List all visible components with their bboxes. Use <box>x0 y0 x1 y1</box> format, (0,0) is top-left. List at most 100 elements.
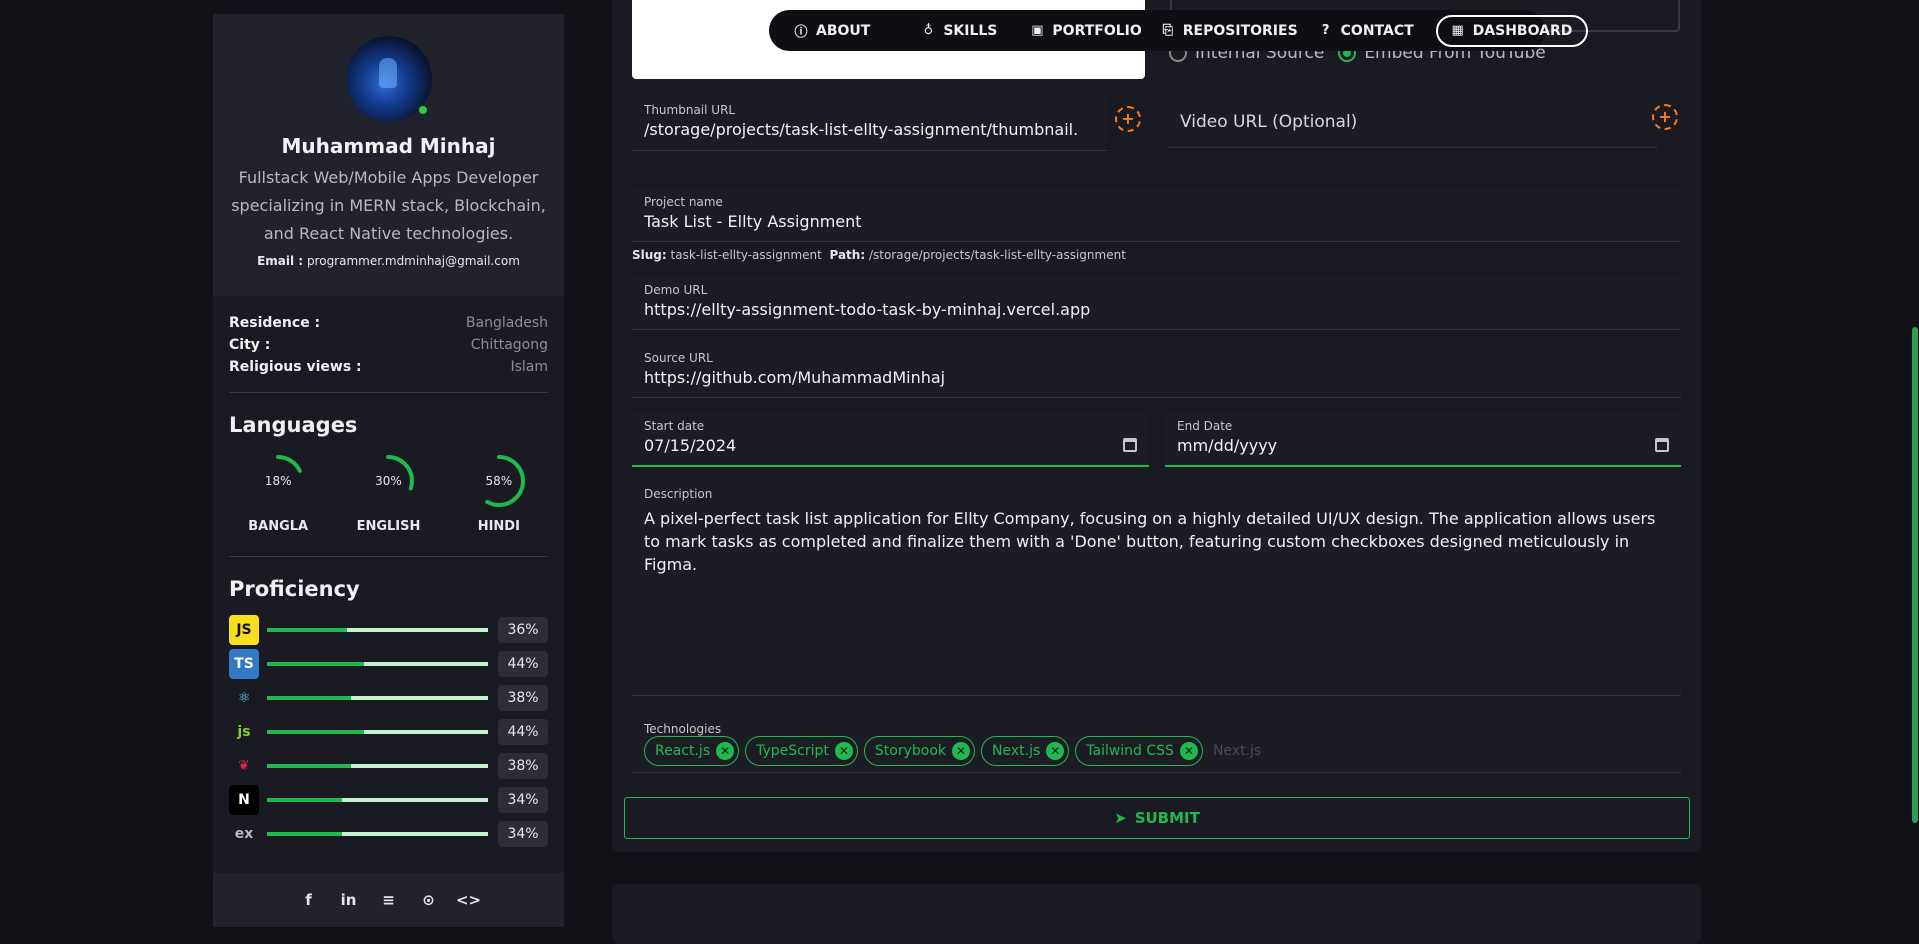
nodejs-icon: js <box>229 717 259 747</box>
chip-label: Next.js <box>992 743 1041 759</box>
language-ring: 58% <box>469 451 529 511</box>
code-icon[interactable]: <> <box>456 889 481 911</box>
nav-skills[interactable]: ♁ SKILLS <box>920 23 998 39</box>
proficiency-percent: 34% <box>498 787 548 813</box>
proficiency-bar <box>267 696 488 700</box>
proficiency-list: JS 36% TS 44% ⚛ 38% js 44% ❦ 38% N 34% ex 34% <box>213 601 564 851</box>
repo-icon: ⎘ <box>1162 23 1173 38</box>
technology-chip: Storybook ✕ <box>863 736 975 766</box>
submit-label: SUBMIT <box>1134 809 1200 827</box>
scrollbar-thumb[interactable] <box>1912 327 1918 823</box>
react-icon: ⚛ <box>229 683 259 713</box>
nav-label: CONTACT <box>1340 22 1414 39</box>
github-icon[interactable]: ⊙ <box>418 889 440 911</box>
nav-label: DASHBOARD <box>1472 22 1573 39</box>
field-value[interactable]: A pixel-perfect task list application fo… <box>644 507 1669 576</box>
info-icon: ⓘ <box>794 25 808 40</box>
proficiency-row-nodejs: js 44% <box>229 715 548 749</box>
field-label: End Date <box>1177 419 1233 433</box>
source-url-field[interactable]: Source URL https://github.com/MuhammadMi… <box>632 343 1681 398</box>
profile-card: Muhammad Minhaj Fullstack Web/Mobile App… <box>213 14 564 296</box>
languages-list: 18% BANGLA 30% ENGLISH 58% HINDI <box>213 437 564 534</box>
email-label: Email : <box>257 254 304 268</box>
typescript-icon: TS <box>229 649 259 679</box>
nav-portfolio[interactable]: ▣ PORTFOLIO <box>1029 22 1142 39</box>
upload-thumbnail-icon[interactable]: + <box>1115 106 1141 132</box>
field-label: Thumbnail URL <box>644 103 736 117</box>
technology-input[interactable]: Next.js <box>1213 743 1261 759</box>
help-icon: ? <box>1321 23 1330 38</box>
proficiency-row-nestjs: ❦ 38% <box>229 749 548 783</box>
end-date-field[interactable]: End Date mm/dd/yyyy <box>1165 411 1681 467</box>
field-label: Source URL <box>644 351 713 365</box>
field-label: Description <box>644 487 713 501</box>
language-percent: 18% <box>264 474 292 488</box>
language-percent: 58% <box>485 474 513 488</box>
field-value[interactable]: Task List - Ellty Assignment <box>644 212 1669 231</box>
languages-title: Languages <box>229 413 358 437</box>
field-value[interactable]: 07/15/2024 <box>644 436 1137 455</box>
remove-chip-icon[interactable]: ✕ <box>834 742 853 760</box>
info-key: Religious views : <box>229 359 362 375</box>
field-value[interactable]: https://github.com/MuhammadMinhaj <box>644 368 1669 387</box>
technologies-field[interactable]: Technologies React.js ✕ TypeScript ✕ Story… <box>632 714 1681 773</box>
nav-about[interactable]: ⓘ ABOUT <box>793 22 871 41</box>
profile-bio: Fullstack Web/Mobile Apps Developer spec… <box>231 168 546 243</box>
nav-repositories[interactable]: ⎘ REPOSITORIES <box>1160 23 1298 39</box>
nav-contact[interactable]: ? CONTACT <box>1318 23 1414 39</box>
field-value[interactable]: /storage/projects/task-list-ellty-assign… <box>644 120 1095 139</box>
upload-video-icon[interactable]: + <box>1652 104 1678 130</box>
language-hindi: 58% HINDI <box>449 451 549 534</box>
remove-chip-icon[interactable]: ✕ <box>1179 742 1198 760</box>
profile-sidebar: Muhammad Minhaj Fullstack Web/Mobile App… <box>213 14 564 927</box>
field-label: Technologies <box>644 722 722 736</box>
proficiency-bar <box>267 764 488 768</box>
javascript-icon: JS <box>229 615 259 645</box>
nextjs-icon: N <box>229 785 259 815</box>
path-value: /storage/projects/task-list-ellty-assign… <box>868 248 1126 262</box>
video-url-field[interactable]: Video URL (Optional) <box>1168 95 1657 148</box>
info-row-residence: Residence : Bangladesh <box>229 312 548 334</box>
social-links: f in ≡ ⊙ <> <box>213 873 564 927</box>
video-url-placeholder[interactable]: Video URL (Optional) <box>1180 112 1645 132</box>
field-value[interactable]: mm/dd/yyyy <box>1177 436 1669 455</box>
page-scrollbar[interactable] <box>1911 0 1919 937</box>
proficiency-bar <box>267 730 488 734</box>
online-status-dot <box>416 104 429 116</box>
stackoverflow-icon[interactable]: ≡ <box>378 889 400 911</box>
language-name: HINDI <box>477 519 520 534</box>
nav-label: ABOUT <box>816 22 871 39</box>
field-label: Start date <box>644 419 705 433</box>
slug-value: task-list-ellty-assignment <box>670 248 822 262</box>
field-value[interactable]: https://ellty-assignment-todo-task-by-mi… <box>644 300 1669 319</box>
submit-button[interactable]: ➤ SUBMIT <box>624 797 1690 839</box>
chip-label: Storybook <box>874 743 946 759</box>
proficiency-bar-fill <box>267 764 351 768</box>
proficiency-row-react: ⚛ 38% <box>229 681 548 715</box>
nav-dashboard[interactable]: ▦ DASHBOARD <box>1435 14 1589 47</box>
nav-label: PORTFOLIO <box>1052 22 1142 39</box>
facebook-icon[interactable]: f <box>298 889 320 911</box>
start-date-field[interactable]: Start date 07/15/2024 <box>632 411 1149 467</box>
proficiency-bar <box>267 798 488 802</box>
language-ring: 18% <box>248 451 308 511</box>
proficiency-bar <box>267 628 488 632</box>
thumbnail-url-field[interactable]: Thumbnail URL /storage/projects/task-lis… <box>632 95 1107 151</box>
calendar-icon[interactable] <box>1123 438 1137 452</box>
info-row-religion: Religious views : Islam <box>229 356 548 378</box>
proficiency-title: Proficiency <box>229 577 360 601</box>
linkedin-icon[interactable]: in <box>338 889 360 911</box>
remove-chip-icon[interactable]: ✕ <box>1046 742 1065 760</box>
remove-chip-icon[interactable]: ✕ <box>952 742 970 760</box>
demo-url-field[interactable]: Demo URL https://ellty-assignment-todo-t… <box>632 275 1681 330</box>
remove-chip-icon[interactable]: ✕ <box>716 742 735 760</box>
info-key: Residence : <box>229 315 321 331</box>
language-bangla: 18% BANGLA <box>228 451 328 534</box>
nav-label: REPOSITORIES <box>1182 22 1298 39</box>
badge-icon: ♁ <box>923 23 934 38</box>
calendar-icon[interactable] <box>1655 438 1669 452</box>
description-field[interactable]: Description A pixel-perfect task list ap… <box>632 479 1681 696</box>
proficiency-percent: 44% <box>498 719 548 745</box>
profile-email: Email : programmer.mdminhaj@gmail.com <box>213 254 564 268</box>
project-name-field[interactable]: Project name Task List - Ellty Assignmen… <box>632 187 1681 242</box>
